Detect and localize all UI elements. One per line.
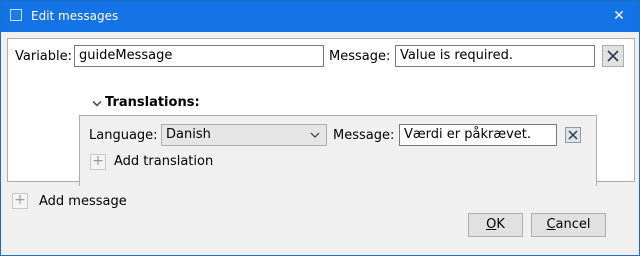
- add-message-label[interactable]: Add message: [39, 194, 127, 209]
- ok-mnemonic: O: [486, 217, 497, 232]
- message-label: Message:: [329, 49, 391, 64]
- message-panel: Variable: guideMessage Message: Value is…: [7, 38, 635, 186]
- message-field[interactable]: Value is required.: [395, 45, 595, 67]
- dropdown-arrow-icon: [310, 132, 320, 138]
- translation-message-label: Message:: [333, 128, 395, 143]
- window-title: Edit messages: [31, 9, 119, 23]
- remove-message-button[interactable]: [602, 45, 624, 67]
- close-x-icon: [565, 127, 581, 143]
- ok-button[interactable]: OK: [468, 213, 523, 237]
- remove-translation-button[interactable]: [564, 126, 582, 144]
- variable-field[interactable]: guideMessage: [74, 45, 324, 67]
- ok-label-rest: K: [496, 217, 505, 232]
- title-bar: Edit messages ✕: [1, 1, 639, 32]
- language-label: Language:: [89, 128, 158, 143]
- edit-messages-dialog: Edit messages ✕ Variable: guideMessage M…: [0, 0, 640, 256]
- cancel-button[interactable]: Cancel: [531, 213, 606, 237]
- language-select[interactable]: Danish: [161, 124, 327, 146]
- close-window-button[interactable]: ✕: [599, 1, 639, 32]
- cancel-label-rest: ancel: [555, 217, 591, 232]
- add-translation-label[interactable]: Add translation: [114, 154, 213, 169]
- translations-header: Translations:: [105, 95, 200, 110]
- variable-label: Variable:: [15, 49, 73, 64]
- window-icon: [10, 9, 22, 21]
- cancel-mnemonic: C: [546, 217, 556, 232]
- translation-message-field[interactable]: Værdi er påkrævet.: [399, 124, 557, 146]
- close-x-icon: [607, 50, 619, 62]
- add-translation-plus-icon[interactable]: +: [90, 154, 106, 170]
- add-message-plus-icon[interactable]: +: [12, 193, 28, 209]
- chevron-down-icon[interactable]: [90, 97, 104, 111]
- language-value: Danish: [166, 127, 211, 142]
- dialog-content: Variable: guideMessage Message: Value is…: [1, 32, 639, 255]
- translations-panel: Language: Danish Message: Værdi er påkræ…: [79, 115, 597, 186]
